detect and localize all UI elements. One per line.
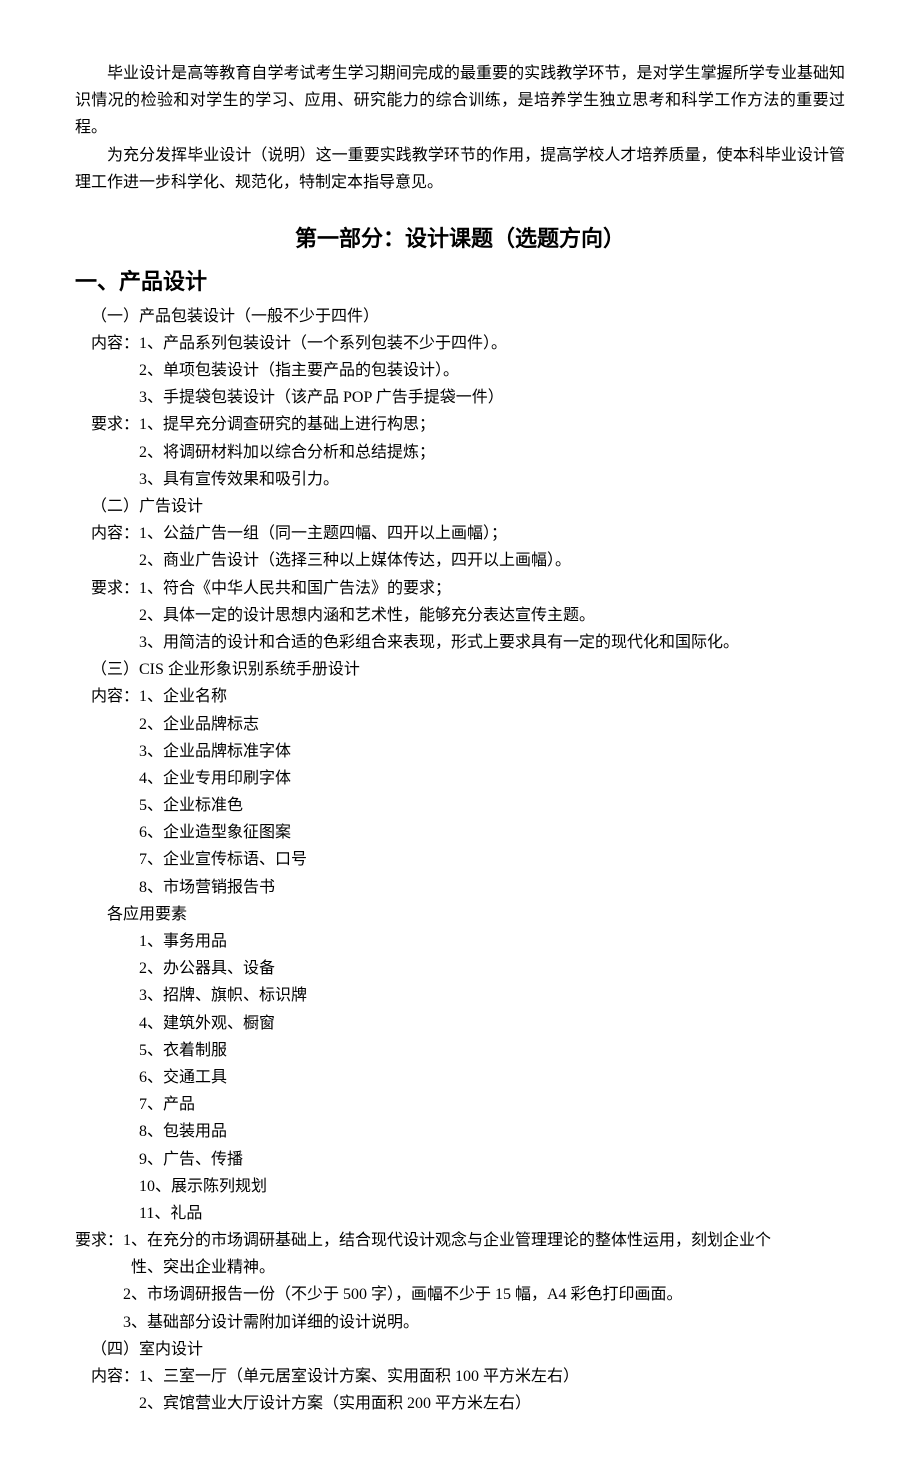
body-line: 2、将调研材料加以综合分析和总结提炼；: [75, 439, 845, 466]
body-line: 2、办公器具、设备: [75, 955, 845, 982]
body-line: 2、企业品牌标志: [75, 711, 845, 738]
body-line: 2、宾馆营业大厅设计方案（实用面积 200 平方米左右）: [75, 1390, 845, 1417]
body-line: 2、具体一定的设计思想内涵和艺术性，能够充分表达宣传主题。: [75, 602, 845, 629]
body-line: 7、企业宣传标语、口号: [75, 846, 845, 873]
body-line: 10、展示陈列规划: [75, 1173, 845, 1200]
body-line: 内容：1、公益广告一组（同一主题四幅、四开以上画幅）；: [75, 520, 845, 547]
body-line: 6、交通工具: [75, 1064, 845, 1091]
intro-block: 毕业设计是高等教育自学考试考生学习期间完成的最重要的实践教学环节，是对学生掌握所…: [75, 60, 845, 196]
body-line: 3、具有宣传效果和吸引力。: [75, 466, 845, 493]
body-line: 2、单项包装设计（指主要产品的包装设计）。: [75, 357, 845, 384]
body-line: 4、企业专用印刷字体: [75, 765, 845, 792]
body-line: 3、招牌、旗帜、标识牌: [75, 982, 845, 1009]
body-line: 2、商业广告设计（选择三种以上媒体传达，四开以上画幅）。: [75, 547, 845, 574]
body-line: 7、产品: [75, 1091, 845, 1118]
section-heading: 第一部分：设计课题（选题方向）: [75, 220, 845, 257]
body-line: 5、企业标准色: [75, 792, 845, 819]
body-line: 内容：1、三室一厅（单元居室设计方案、实用面积 100 平方米左右）: [75, 1363, 845, 1390]
body-line: （二）广告设计: [75, 493, 845, 520]
body-line: （四）室内设计: [75, 1336, 845, 1363]
body-line: 2、市场调研报告一份（不少于 500 字），画幅不少于 15 幅，A4 彩色打印…: [75, 1281, 845, 1308]
body-line: 9、广告、传播: [75, 1146, 845, 1173]
body-line: 要求：1、在充分的市场调研基础上，结合现代设计观念与企业管理理论的整体性运用，刻…: [75, 1227, 845, 1254]
intro-paragraph-2: 为充分发挥毕业设计（说明）这一重要实践教学环节的作用，提高学校人才培养质量，使本…: [75, 142, 845, 196]
subheading: 一、产品设计: [75, 263, 845, 300]
body-line: 8、包装用品: [75, 1118, 845, 1145]
body-line: 3、手提袋包装设计（该产品 POP 广告手提袋一件）: [75, 384, 845, 411]
body-line: 各应用要素: [75, 901, 845, 928]
body-line: 5、衣着制服: [75, 1037, 845, 1064]
body-line: 1、事务用品: [75, 928, 845, 955]
body-line: （三）CIS 企业形象识别系统手册设计: [75, 656, 845, 683]
body-line: （一）产品包装设计（一般不少于四件）: [75, 303, 845, 330]
body-line: 内容：1、产品系列包装设计（一个系列包装不少于四件）。: [75, 330, 845, 357]
body-line: 要求：1、提早充分调查研究的基础上进行构思；: [75, 411, 845, 438]
body-line: 11、礼品: [75, 1200, 845, 1227]
body-line: 3、企业品牌标准字体: [75, 738, 845, 765]
body-line: 6、企业造型象征图案: [75, 819, 845, 846]
intro-paragraph-1: 毕业设计是高等教育自学考试考生学习期间完成的最重要的实践教学环节，是对学生掌握所…: [75, 60, 845, 142]
body-line: 要求：1、符合《中华人民共和国广告法》的要求；: [75, 575, 845, 602]
body-line: 3、用简洁的设计和合适的色彩组合来表现，形式上要求具有一定的现代化和国际化。: [75, 629, 845, 656]
body-line: 内容：1、企业名称: [75, 683, 845, 710]
body-lines: （一）产品包装设计（一般不少于四件）内容：1、产品系列包装设计（一个系列包装不少…: [75, 303, 845, 1418]
body-line: 3、基础部分设计需附加详细的设计说明。: [75, 1309, 845, 1336]
body-line: 性、突出企业精神。: [75, 1254, 845, 1281]
body-line: 4、建筑外观、橱窗: [75, 1010, 845, 1037]
body-line: 8、市场营销报告书: [75, 874, 845, 901]
